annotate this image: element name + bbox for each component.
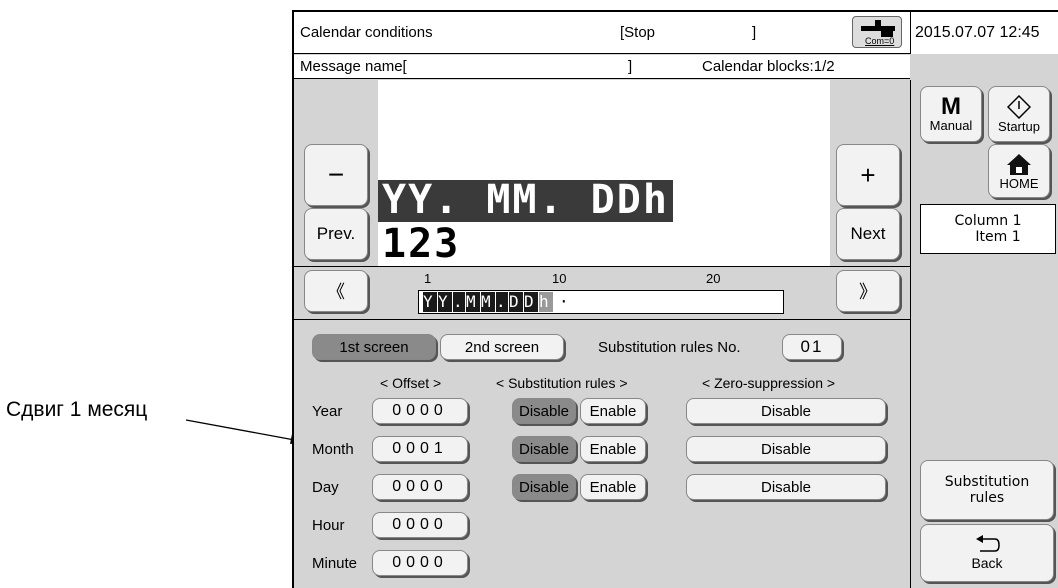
home-label: HOME <box>999 175 1039 191</box>
annotation-label: Сдвиг 1 месяц <box>6 398 148 421</box>
communication-icon: Com=0 <box>852 16 902 48</box>
ruler-cell[interactable]: . <box>496 292 508 312</box>
ruler-cell[interactable]: h <box>539 292 553 312</box>
ruler-dot: · <box>559 292 569 311</box>
month-zero-suppression-button[interactable]: Disable <box>686 436 886 462</box>
substitution-rules-label: Substitution <box>944 474 1030 490</box>
back-arrow-icon <box>976 535 1000 552</box>
plus-button[interactable]: + <box>836 144 900 206</box>
back-label: Back <box>971 555 1003 571</box>
minute-offset-field[interactable]: 0000 <box>372 550 468 576</box>
minus-button[interactable]: − <box>304 144 368 206</box>
day-disable-button[interactable]: Disable <box>512 474 576 500</box>
status-text: [Stop <box>620 24 656 41</box>
ruler-cell[interactable]: M <box>481 292 495 312</box>
tab-second-screen[interactable]: 2nd screen <box>440 334 564 360</box>
message-name-label: Message name[ <box>300 58 407 75</box>
ruler-tick-10: 10 <box>552 271 567 286</box>
position-info: Column 1 Item 1 <box>920 204 1056 254</box>
substitution-no-label: Substitution rules No. <box>598 339 741 356</box>
ruler-cell[interactable]: M <box>466 292 480 312</box>
preview-line-2: 123 <box>378 224 465 264</box>
row-label-day: Day <box>312 479 339 496</box>
scroll-left-button[interactable]: 《 <box>304 270 368 312</box>
row-label-year: Year <box>312 403 343 420</box>
ruler-cell[interactable]: D <box>524 292 538 312</box>
year-zero-suppression-button[interactable]: Disable <box>686 398 886 424</box>
year-enable-button[interactable]: Enable <box>580 398 646 424</box>
row-label-minute: Minute <box>312 555 358 572</box>
preview-line-1: YY. MM. DDh <box>378 180 673 222</box>
ruler-cell[interactable]: Y <box>423 292 437 312</box>
day-enable-button[interactable]: Enable <box>580 474 646 500</box>
calendar-blocks: Calendar blocks:1/2 <box>702 58 835 75</box>
status-close: ] <box>752 24 757 41</box>
ruler-cell[interactable]: D <box>509 292 523 312</box>
ruler-tick-1: 1 <box>424 271 432 286</box>
ruler-cell[interactable]: Y <box>438 292 452 312</box>
ruler-cells[interactable]: Y Y . M M . D D h · <box>418 290 784 314</box>
month-offset-field[interactable]: 0001 <box>372 436 468 462</box>
title-bar: Calendar conditions [Stop ] Com=0 <box>294 12 910 54</box>
substitution-rules-button[interactable]: Substitution rules <box>920 460 1054 520</box>
scroll-right-button[interactable]: 》 <box>836 270 900 312</box>
year-disable-button[interactable]: Disable <box>512 398 576 424</box>
substitution-header: < Substitution rules > <box>496 375 628 391</box>
month-enable-button[interactable]: Enable <box>580 436 646 462</box>
ruler-tick-20: 20 <box>706 271 721 286</box>
manual-icon: M <box>941 92 961 120</box>
substitution-no-field[interactable]: 01 <box>782 334 842 360</box>
home-icon <box>1007 153 1031 175</box>
prev-button[interactable]: Prev. <box>304 208 368 260</box>
message-name-close: ] <box>628 58 633 75</box>
day-offset-field[interactable]: 0000 <box>372 474 468 500</box>
column-info: Column 1 <box>954 213 1022 229</box>
home-button[interactable]: HOME <box>988 144 1050 198</box>
ruler-cell[interactable]: . <box>453 292 465 312</box>
day-zero-suppression-button[interactable]: Disable <box>686 474 886 500</box>
screen-title: Calendar conditions <box>300 24 433 41</box>
offset-header: < Offset > <box>380 375 442 391</box>
com-label: Com=0 <box>865 36 895 46</box>
tab-first-screen[interactable]: 1st screen <box>312 334 436 360</box>
item-info: Item 1 <box>975 229 1021 245</box>
startup-icon <box>1007 94 1031 119</box>
next-button[interactable]: Next <box>836 208 900 260</box>
manual-button[interactable]: M Manual <box>920 86 982 142</box>
month-disable-button[interactable]: Disable <box>512 436 576 462</box>
back-button[interactable]: Back <box>920 524 1054 582</box>
zero-suppression-header: < Zero-suppression > <box>702 375 836 391</box>
clock: 2015.07.07 12:45 <box>910 12 1058 54</box>
message-bar: Message name[ ] Calendar blocks:1/2 <box>294 55 910 79</box>
startup-label: Startup <box>998 118 1040 134</box>
startup-button[interactable]: Startup <box>988 86 1050 142</box>
row-label-month: Month <box>312 441 354 458</box>
manual-label: Manual <box>929 117 973 133</box>
substitution-rules-label-2: rules <box>969 490 1005 506</box>
hour-offset-field[interactable]: 0000 <box>372 512 468 538</box>
year-offset-field[interactable]: 0000 <box>372 398 468 424</box>
row-label-hour: Hour <box>312 517 345 534</box>
